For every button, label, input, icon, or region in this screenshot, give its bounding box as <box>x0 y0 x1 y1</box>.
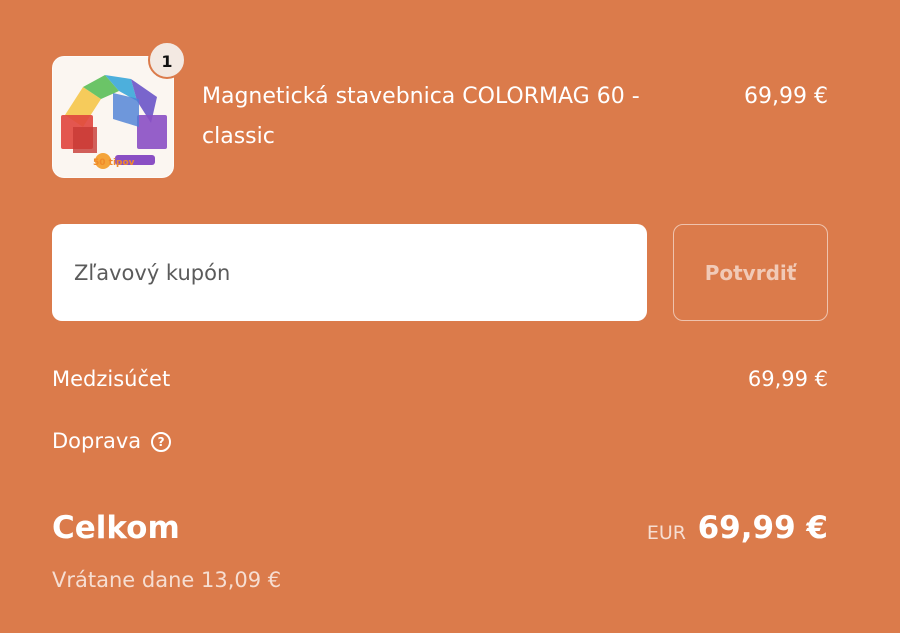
total-currency: EUR <box>646 522 686 544</box>
shipping-label: Doprava <box>52 429 142 453</box>
total-value: 69,99 € <box>697 510 828 546</box>
question-circle-icon[interactable]: ? <box>151 432 172 452</box>
total-label: Celkom <box>52 510 180 546</box>
product-price: 69,99 € <box>744 84 828 109</box>
shipping-label-group: Doprava? <box>52 429 172 453</box>
coupon-input[interactable] <box>52 224 647 321</box>
subtotal-row: Medzisúčet 69,99 € <box>52 367 828 397</box>
subtotal-label: Medzisúčet <box>52 367 171 391</box>
shipping-row: Doprava? <box>52 429 828 459</box>
cart-item: 50 tipov 1 Magnetická stavebnica COLORMA… <box>52 41 828 179</box>
product-name[interactable]: Magnetická stavebnica COLORMAG 60 - clas… <box>202 77 702 157</box>
thumbnail-text: 50 tipov <box>93 158 135 168</box>
quantity-badge: 1 <box>148 41 186 79</box>
tax-note: Vrátane dane 13,09 € <box>52 568 282 592</box>
total-row: Celkom EUR 69,99 € <box>52 508 828 552</box>
confirm-coupon-button[interactable]: Potvrdiť <box>673 224 828 321</box>
subtotal-value: 69,99 € <box>747 367 828 391</box>
